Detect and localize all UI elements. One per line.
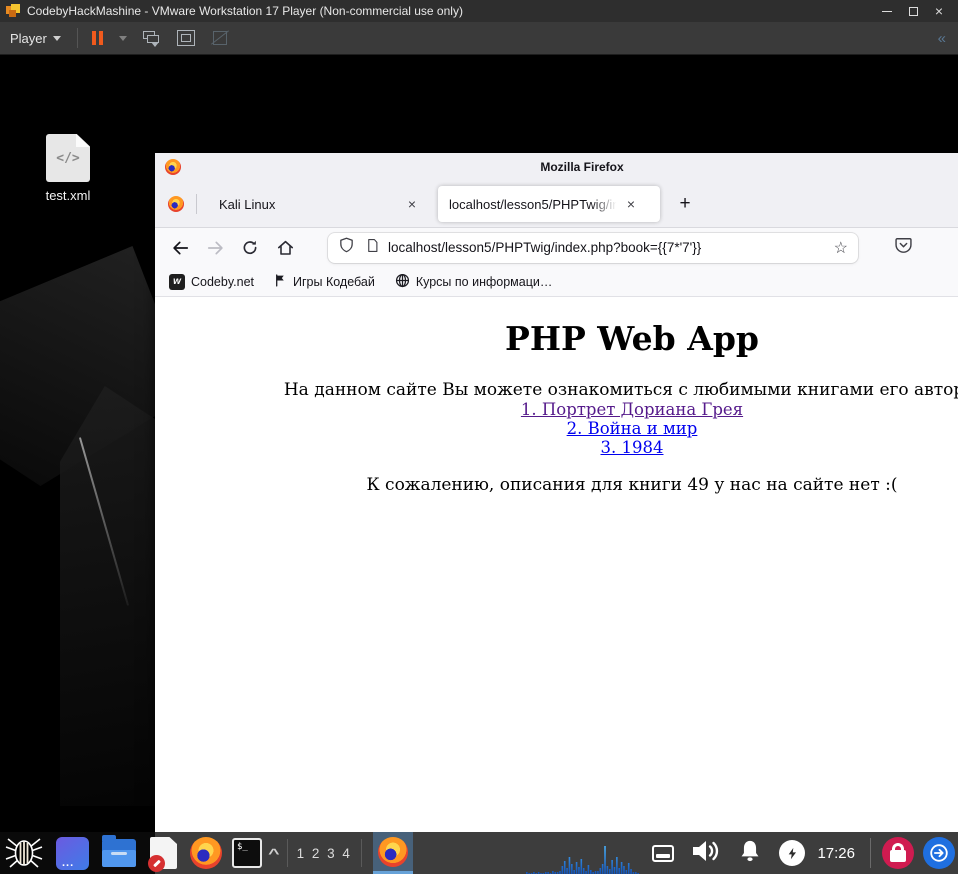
screen-lock-icon[interactable] xyxy=(882,837,914,869)
forward-button xyxy=(199,232,231,264)
navigation-toolbar: localhost/lesson5/PHPTwig/index.php?book… xyxy=(155,227,958,267)
flag-icon xyxy=(274,273,287,291)
book-link-1[interactable]: 1. Портрет Дориана Грея xyxy=(155,400,958,419)
tab-kali-linux[interactable]: Kali Linux × xyxy=(208,186,430,222)
web-page-content: PHP Web App На данном сайте Вы можете оз… xyxy=(155,298,958,874)
xml-file-icon: </> xyxy=(46,134,90,182)
close-button[interactable]: × xyxy=(926,2,952,20)
bookmark-label: Игры Кодебай xyxy=(293,274,375,289)
firefox-window-button-active[interactable] xyxy=(372,832,413,874)
tab-localhost-active[interactable]: localhost/lesson5/PHPTwig/in × xyxy=(438,186,660,222)
collapse-toolbar-button[interactable]: « xyxy=(938,30,946,47)
page-info-icon[interactable] xyxy=(365,237,380,259)
bookmark-igry-kodebay[interactable]: Игры Кодебай xyxy=(274,273,375,291)
tab-close-icon[interactable]: × xyxy=(402,194,422,214)
minimize-button[interactable] xyxy=(874,2,900,20)
url-bar[interactable]: localhost/lesson5/PHPTwig/index.php?book… xyxy=(328,232,858,263)
player-menu-label: Player xyxy=(10,30,47,46)
new-tab-button[interactable]: + xyxy=(672,191,698,217)
page-title: PHP Web App xyxy=(505,319,759,358)
file-manager-icon[interactable] xyxy=(102,835,136,867)
suspend-button[interactable] xyxy=(84,31,111,45)
panel-expand-chevron-icon[interactable]: ^ xyxy=(268,846,279,861)
send-ctrl-alt-del-button[interactable] xyxy=(142,30,161,47)
bookmark-label: Курсы по информаци… xyxy=(415,274,553,289)
kali-desktop: </> test.xml Mozilla Firefox Kali Linux … xyxy=(0,56,958,874)
firefox-window-title: Mozilla Firefox xyxy=(540,160,624,174)
vmware-titlebar: CodebyHackMashine - VMware Workstation 1… xyxy=(0,0,958,22)
taskbar-divider xyxy=(360,839,362,867)
maximize-button[interactable] xyxy=(900,2,926,20)
vmware-window-title: CodebyHackMashine - VMware Workstation 1… xyxy=(27,4,463,18)
suspend-options-chevron-icon[interactable] xyxy=(118,35,127,41)
firefox-view-button[interactable] xyxy=(168,196,184,212)
bookmarks-toolbar: w Codeby.net Игры Кодебай Курсы по инфор… xyxy=(155,267,958,297)
clock[interactable]: 17:26 xyxy=(817,845,855,862)
globe-icon xyxy=(395,273,410,291)
firefox-icon xyxy=(377,836,408,867)
tab-label: localhost/lesson5/PHPTwig/in xyxy=(449,196,621,212)
book-link-3[interactable]: 3. 1984 xyxy=(155,438,958,457)
unity-mode-button xyxy=(210,30,229,46)
network-monitor-graph[interactable] xyxy=(526,844,640,874)
terminal-icon[interactable]: $_ xyxy=(232,838,262,868)
kali-menu-button[interactable] xyxy=(0,832,48,874)
codeby-favicon: w xyxy=(169,273,185,290)
page-error-message: К сожалению, описания для книги 49 у нас… xyxy=(366,475,898,495)
bookmark-label: Codeby.net xyxy=(191,274,255,289)
display-icon[interactable] xyxy=(652,844,675,862)
tab-close-icon[interactable]: × xyxy=(621,194,641,214)
workspace-switcher[interactable]: 1 2 3 4 xyxy=(297,846,352,861)
logout-icon[interactable] xyxy=(923,837,955,869)
toolbar-divider xyxy=(76,28,78,48)
firefox-titlebar[interactable]: Mozilla Firefox xyxy=(155,153,958,181)
taskbar: ... $_ ^ 1 2 3 4 17:26 xyxy=(0,832,958,874)
taskbar-divider xyxy=(870,838,871,868)
desktop-file-test-xml[interactable]: </> test.xml xyxy=(34,134,102,203)
power-manager-icon[interactable] xyxy=(779,840,806,866)
tab-bar: Kali Linux × localhost/lesson5/PHPTwig/i… xyxy=(155,181,958,227)
bookmark-star-icon[interactable]: ☆ xyxy=(834,238,848,258)
tab-divider xyxy=(196,194,197,214)
pencil-badge-icon xyxy=(148,855,165,872)
reload-button[interactable] xyxy=(234,232,266,264)
desktop-file-label: test.xml xyxy=(45,188,91,203)
vmware-logo-icon xyxy=(6,4,21,18)
firefox-launcher-icon[interactable] xyxy=(190,837,222,869)
player-menu[interactable]: Player xyxy=(0,22,71,54)
tab-label: Kali Linux xyxy=(219,196,276,212)
firefox-window: Mozilla Firefox Kali Linux × localhost/l… xyxy=(155,153,958,874)
pocket-icon[interactable] xyxy=(894,236,913,260)
app-grid-icon[interactable]: ... xyxy=(56,836,89,870)
shield-icon[interactable] xyxy=(338,236,355,259)
page-intro-text: На данном сайте Вы можете ознакомиться с… xyxy=(283,380,958,400)
volume-icon[interactable] xyxy=(691,838,721,869)
chevron-down-icon xyxy=(52,35,61,41)
vmware-toolbar: Player « xyxy=(0,22,958,55)
back-button[interactable] xyxy=(164,232,196,264)
notification-bell-icon[interactable] xyxy=(737,838,763,869)
url-text[interactable]: localhost/lesson5/PHPTwig/index.php?book… xyxy=(388,240,834,255)
bookmark-codeby[interactable]: w Codeby.net xyxy=(169,273,255,290)
fullscreen-button[interactable] xyxy=(176,30,195,46)
taskbar-divider xyxy=(286,839,288,867)
vmware-player-window: CodebyHackMashine - VMware Workstation 1… xyxy=(0,0,958,874)
book-link-2[interactable]: 2. Война и мир xyxy=(155,419,958,438)
home-button[interactable] xyxy=(269,232,301,264)
bookmark-kursy[interactable]: Курсы по информаци… xyxy=(395,273,553,291)
